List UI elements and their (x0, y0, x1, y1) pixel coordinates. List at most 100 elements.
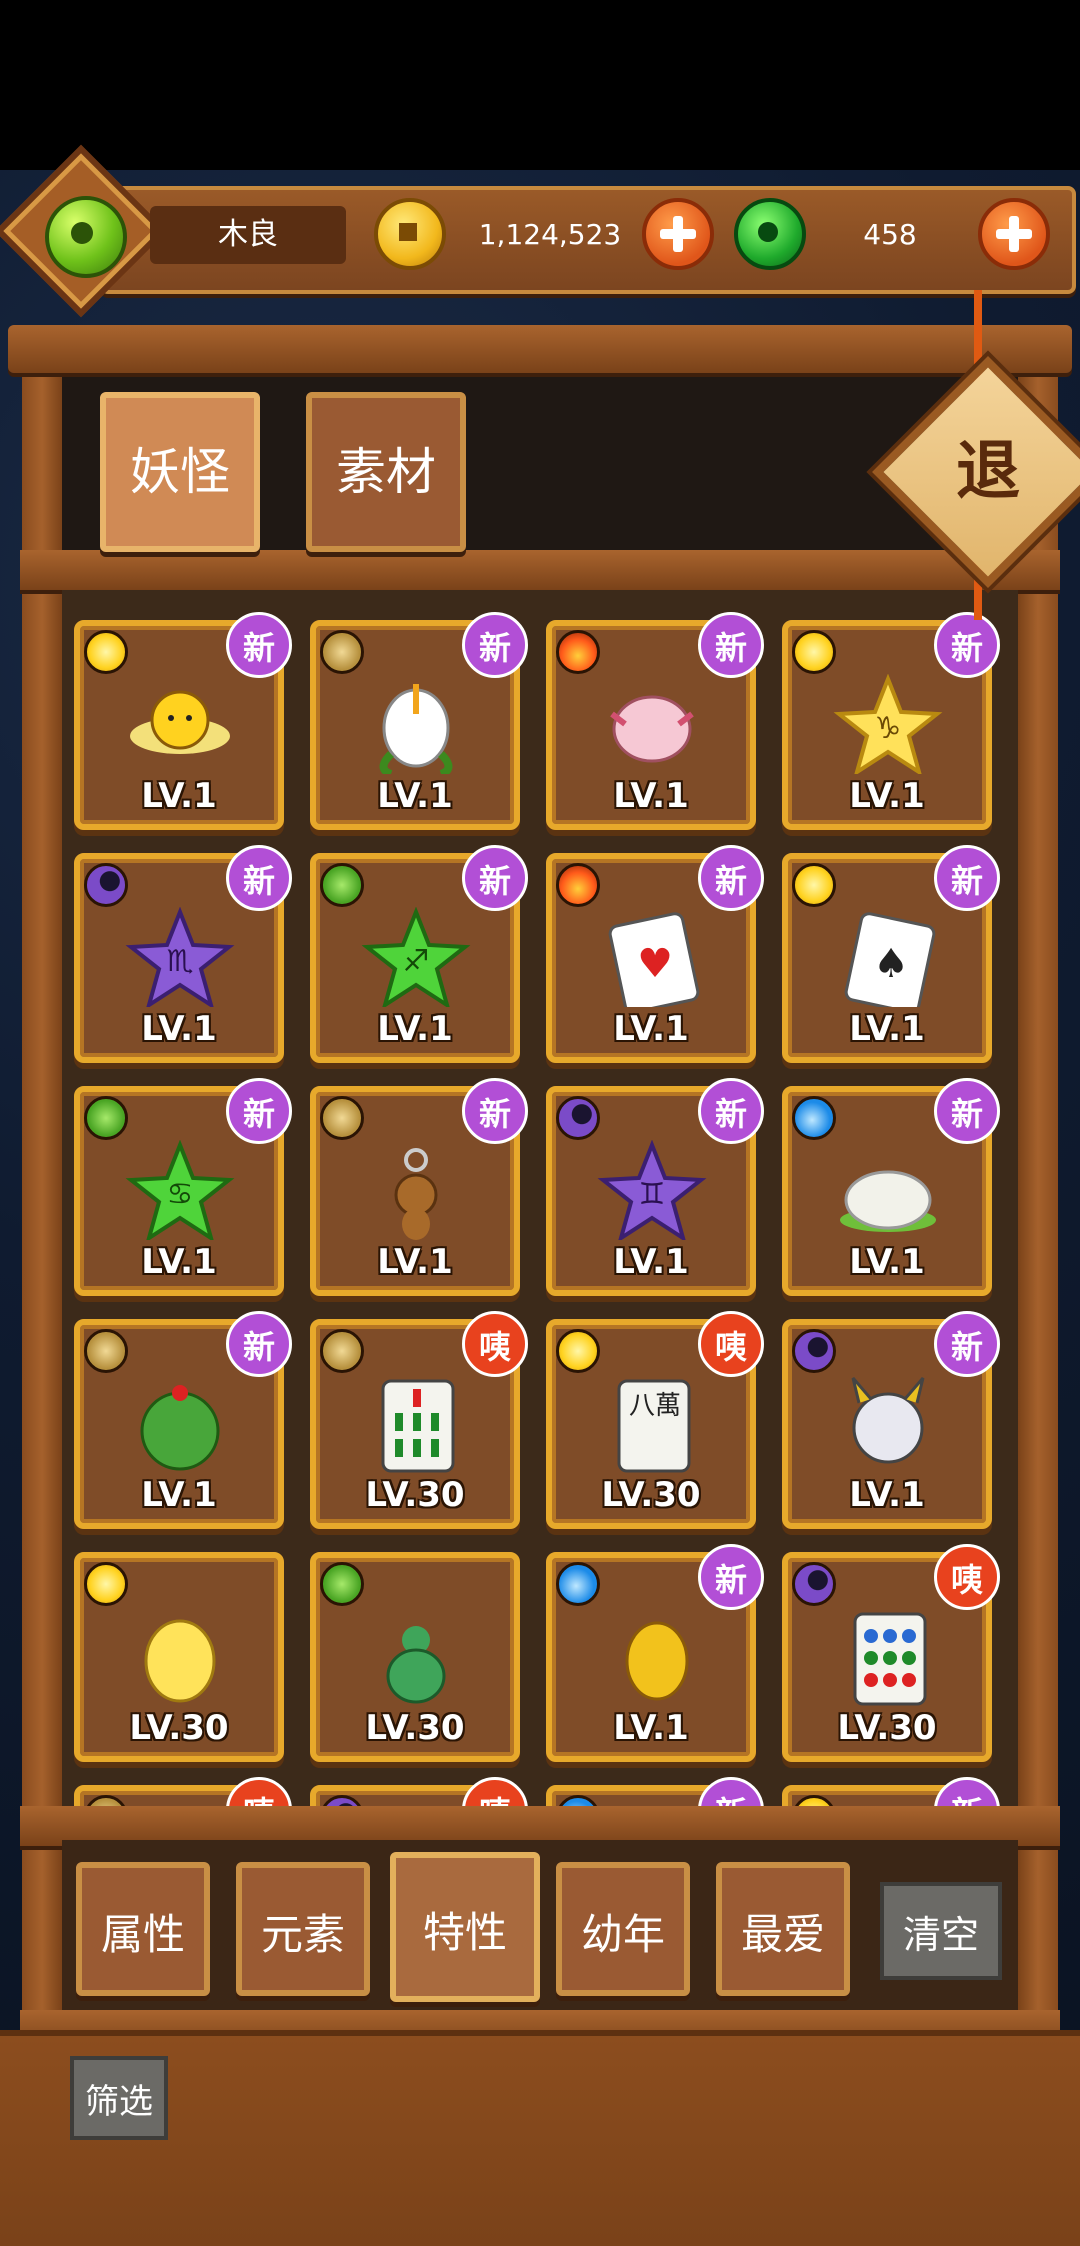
monster-card[interactable]: ♊ LV.1 新 (546, 1078, 764, 1296)
moon-element-icon (792, 1562, 836, 1606)
leaf-element-icon (84, 1096, 128, 1140)
filter-2-button[interactable]: 特性 (390, 1852, 540, 2002)
level-label: LV.1 (377, 1009, 453, 1049)
add-jade-button[interactable] (978, 198, 1050, 270)
jack-of-spades-card-icon: ♠ (833, 907, 943, 1014)
level-label: LV.1 (613, 1009, 689, 1049)
level-label: LV.1 (849, 1475, 925, 1515)
cabinet-top-beam (8, 325, 1072, 373)
tab-monsters[interactable]: 妖怪 (100, 392, 260, 552)
monster-card[interactable]: LV.1 新 (310, 1078, 528, 1296)
white-dragon-bun-icon (833, 1140, 943, 1240)
monster-card[interactable]: LV.1 新 (782, 1311, 1000, 1529)
level-label: LV.30 (365, 1708, 465, 1748)
alert-badge: 咦 (462, 1311, 528, 1377)
monster-card[interactable]: ♥ LV.1 新 (546, 845, 764, 1063)
glowing-ghost-icon (125, 1606, 235, 1706)
level-label: LV.1 (849, 776, 925, 816)
pink-axolotl-icon (597, 674, 707, 774)
monster-card[interactable]: ♑ LV.1 新 (782, 612, 1000, 830)
svg-text:♑: ♑ (875, 711, 902, 746)
avatar-jade-icon[interactable] (45, 196, 127, 278)
moon-element-icon (556, 1096, 600, 1140)
level-label: LV.1 (849, 1242, 925, 1282)
svg-text:♏: ♏ (167, 944, 194, 979)
moon-element-icon (84, 863, 128, 907)
monster-card[interactable]: 新 (546, 1777, 764, 1808)
filter-1-button[interactable]: 元素 (236, 1862, 370, 1996)
filter-0-button[interactable]: 属性 (76, 1862, 210, 1996)
new-badge: 新 (934, 1311, 1000, 1377)
gold-ingot-icon (597, 1606, 707, 1706)
leaf-element-icon (320, 1562, 364, 1606)
svg-text:♠: ♠ (873, 941, 909, 987)
level-label: LV.1 (613, 1242, 689, 1282)
monster-card[interactable]: LV.1 新 (74, 1311, 292, 1529)
monster-card[interactable]: LV.1 新 (310, 612, 528, 830)
new-badge: 新 (934, 612, 1000, 678)
monster-card[interactable]: LV.30 (310, 1552, 520, 1762)
new-badge: 新 (934, 1777, 1000, 1808)
level-label: LV.1 (849, 1009, 925, 1049)
mahjong-character-tile-icon: 八萬 (597, 1373, 707, 1473)
monster-card[interactable]: 咦 (74, 1777, 292, 1808)
new-badge: 新 (934, 1078, 1000, 1144)
add-gold-button[interactable] (642, 198, 714, 270)
level-label: LV.1 (141, 776, 217, 816)
purple-star-gemini-icon: ♊ (597, 1139, 707, 1243)
level-label: LV.1 (377, 1242, 453, 1282)
fire-element-icon (556, 863, 600, 907)
monster-card[interactable]: 咦 (310, 1777, 528, 1808)
alert-badge: 咦 (226, 1777, 292, 1808)
monster-card[interactable]: LV.1 新 (546, 612, 764, 830)
monster-card[interactable]: ♏ LV.1 新 (74, 845, 292, 1063)
monster-card[interactable]: ♐ LV.1 新 (310, 845, 528, 1063)
moon-element-icon (792, 1329, 836, 1373)
monkey-charm-icon (361, 1140, 471, 1240)
sun-element-icon (556, 1329, 600, 1373)
new-badge: 新 (698, 845, 764, 911)
jade-amount: 458 (863, 218, 917, 251)
yellow-star-capricorn-icon: ♑ (833, 673, 943, 777)
new-badge: 新 (698, 612, 764, 678)
lily-bud-icon (361, 674, 471, 778)
alert-badge: 咦 (698, 1311, 764, 1377)
new-badge: 新 (226, 845, 292, 911)
exit-label[interactable]: 退 (906, 390, 1070, 554)
level-label: LV.1 (141, 1009, 217, 1049)
filter-3-button[interactable]: 幼年 (556, 1862, 690, 1996)
monster-card[interactable]: ♠ LV.1 新 (782, 845, 1000, 1063)
level-label: LV.1 (613, 776, 689, 816)
earth-element-icon (320, 630, 364, 674)
player-name: 木良 (218, 217, 278, 252)
monster-card[interactable]: ♋ LV.1 新 (74, 1078, 292, 1296)
level-label: LV.1 (377, 776, 453, 816)
monster-card[interactable]: 新 (782, 1777, 1000, 1808)
alert-badge: 咦 (462, 1777, 528, 1808)
monster-card[interactable]: LV.30 咦 (782, 1544, 1000, 1762)
monster-card[interactable]: LV.1 新 (74, 612, 292, 830)
level-label: LV.30 (365, 1475, 465, 1515)
alert-badge: 咦 (934, 1544, 1000, 1610)
svg-text:♊: ♊ (639, 1177, 666, 1212)
filter-button[interactable]: 筛选 (70, 2056, 168, 2140)
leaf-element-icon (320, 863, 364, 907)
monster-card[interactable]: LV.1 新 (546, 1544, 764, 1762)
mahjong-tile-text: 八萬 (628, 1391, 681, 1421)
monster-card[interactable]: LV.30 (74, 1552, 284, 1762)
monster-card[interactable]: LV.1 新 (782, 1078, 1000, 1296)
monster-card[interactable]: LV.30 咦 (310, 1311, 528, 1529)
cabinet-right-post (1018, 360, 1058, 2040)
tab-materials[interactable]: 素材 (306, 392, 466, 552)
sun-element-icon (792, 630, 836, 674)
new-badge: 新 (698, 1777, 764, 1808)
new-badge: 新 (934, 845, 1000, 911)
clear-button[interactable]: 清空 (880, 1882, 1002, 1980)
monster-card[interactable]: 八萬 LV.30 咦 (546, 1311, 764, 1529)
new-badge: 新 (226, 1078, 292, 1144)
monster-grid-panel[interactable]: LV.1 新 LV.1 新 LV.1 新 ♑ LV.1 新 ♏ LV.1 新 ♐ LV.1 新 ♥ LV.1 新 ♠… (62, 590, 1018, 1808)
filter-4-button[interactable]: 最爱 (716, 1862, 850, 1996)
oni-mask-icon (833, 1373, 943, 1473)
shelf-beam-upper (20, 550, 1060, 590)
queen-of-hearts-card-icon: ♥ (597, 907, 707, 1014)
